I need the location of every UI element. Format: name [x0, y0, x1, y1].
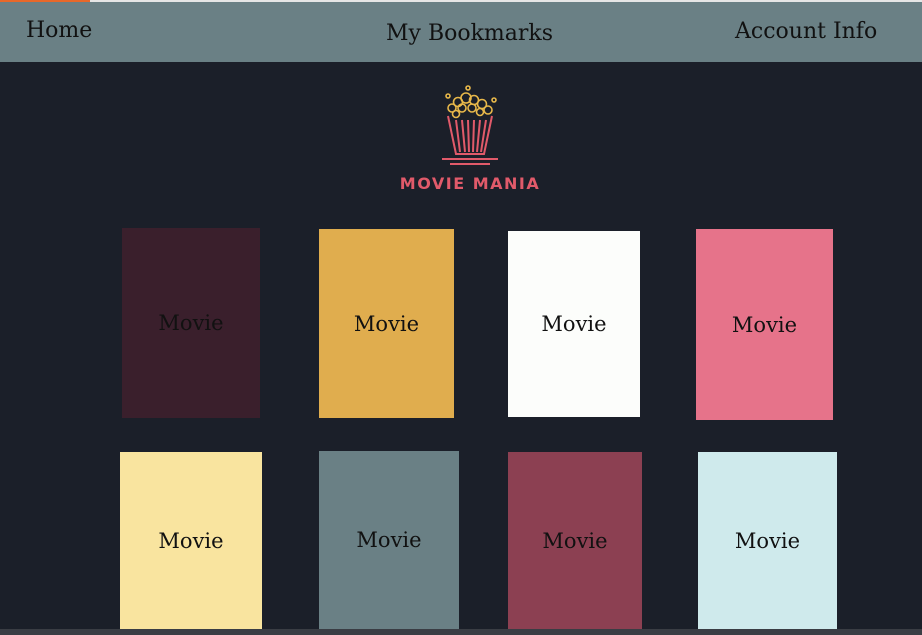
bottom-scrollbar — [0, 629, 922, 635]
movie-title: Movie — [541, 312, 607, 336]
navbar: Home My Bookmarks Account Info — [0, 2, 922, 62]
movie-card[interactable]: Movie — [698, 452, 837, 629]
movie-card[interactable]: Movie — [508, 231, 640, 417]
movie-card[interactable]: Movie — [120, 452, 262, 629]
movie-card[interactable]: Movie — [122, 228, 260, 418]
movie-title: Movie — [158, 311, 224, 335]
nav-home-link[interactable]: Home — [26, 18, 92, 43]
nav-bookmarks-link[interactable]: My Bookmarks — [386, 21, 553, 46]
movie-title: Movie — [353, 311, 420, 336]
site-logo[interactable]: MOVIE MANIA — [380, 78, 560, 198]
movie-title: Movie — [542, 528, 608, 553]
movie-card[interactable]: Movie — [319, 451, 459, 629]
movie-title: Movie — [731, 312, 798, 337]
movie-title: Movie — [734, 528, 801, 553]
movie-title: Movie — [158, 528, 224, 553]
movie-title: Movie — [356, 528, 422, 552]
popcorn-icon — [442, 85, 498, 165]
logo-text: MOVIE MANIA — [399, 174, 541, 193]
movie-card[interactable]: Movie — [319, 229, 454, 418]
nav-account-link[interactable]: Account Info — [735, 19, 877, 44]
movie-card[interactable]: Movie — [508, 452, 642, 629]
movie-card[interactable]: Movie — [696, 229, 833, 420]
